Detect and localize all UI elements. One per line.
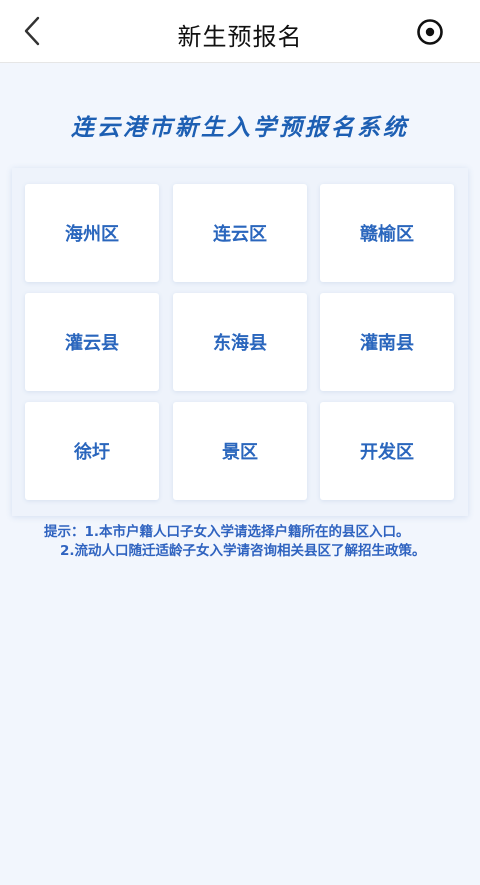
district-tile-guannan[interactable]: 灌南县 bbox=[320, 293, 454, 391]
tip-line-1: 提示：1.本市户籍人口子女入学请选择户籍所在的县区入口。 bbox=[44, 524, 410, 540]
district-tile-donghai[interactable]: 东海县 bbox=[173, 293, 307, 391]
district-grid-panel: 海州区 连云区 赣榆区 灌云县 东海县 灌南县 徐圩 景区 开发区 bbox=[12, 168, 468, 516]
page-title: 新生预报名 bbox=[177, 23, 303, 51]
tip-line-2: 2.流动人口随迁适龄子女入学请咨询相关县区了解招生政策。 bbox=[60, 543, 426, 559]
district-tile-haizhou[interactable]: 海州区 bbox=[25, 184, 159, 282]
top-nav-bar: 新生预报名 bbox=[0, 0, 480, 63]
district-tile-lianyun[interactable]: 连云区 bbox=[173, 184, 307, 282]
target-icon[interactable] bbox=[414, 16, 446, 48]
system-heading: 连云港市新生入学预报名系统 bbox=[71, 114, 409, 141]
district-tile-xuwei[interactable]: 徐圩 bbox=[25, 402, 159, 500]
district-tile-development-zone[interactable]: 开发区 bbox=[320, 402, 454, 500]
district-tile-scenic-area[interactable]: 景区 bbox=[173, 402, 307, 500]
district-tile-guanyun[interactable]: 灌云县 bbox=[25, 293, 159, 391]
district-tile-ganyu[interactable]: 赣榆区 bbox=[320, 184, 454, 282]
